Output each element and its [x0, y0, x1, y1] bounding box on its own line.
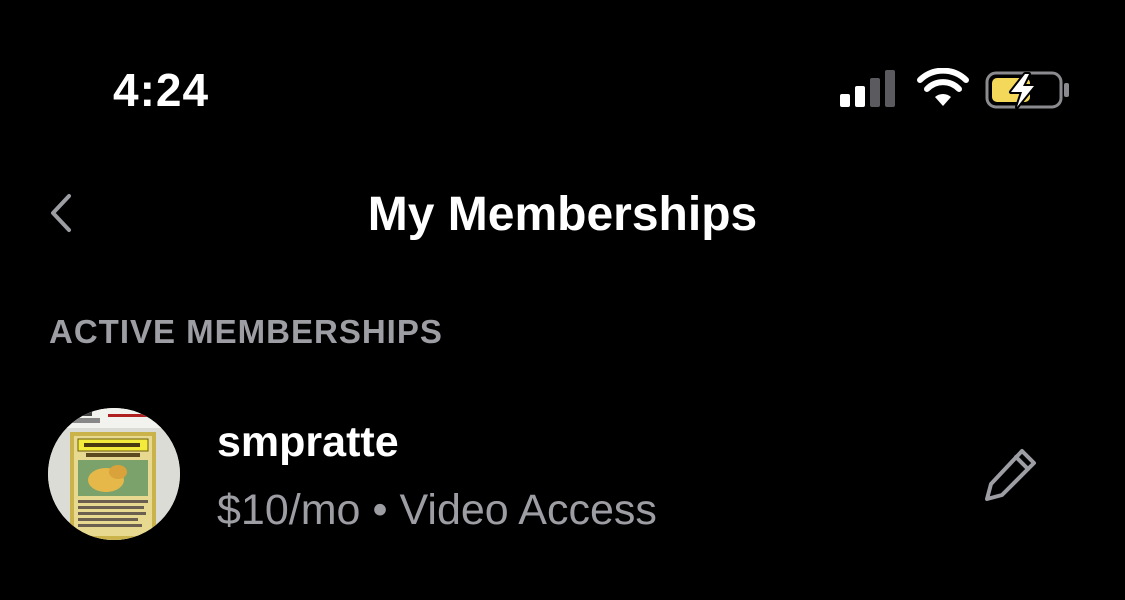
membership-details: $10/mo • Video Access — [217, 484, 657, 536]
avatar-image — [48, 408, 180, 540]
status-time: 4:24 — [113, 64, 210, 116]
edit-membership-button[interactable] — [978, 444, 1044, 504]
section-header-active-memberships: ACTIVE MEMBERSHIPS — [49, 313, 443, 350]
avatar — [48, 408, 180, 540]
battery-charging-icon — [985, 71, 1069, 109]
membership-tier: Video Access — [399, 486, 657, 534]
wifi-icon — [917, 68, 969, 106]
membership-price: $10/mo — [217, 486, 361, 534]
cellular-signal-icon — [840, 70, 895, 107]
member-name: smpratte — [217, 418, 399, 466]
separator-dot: • — [372, 486, 388, 534]
page-title: My Memberships — [367, 188, 758, 241]
pencil-icon — [985, 449, 1036, 501]
membership-row[interactable]: smpratte $10/mo • Video Access — [0, 392, 1125, 552]
